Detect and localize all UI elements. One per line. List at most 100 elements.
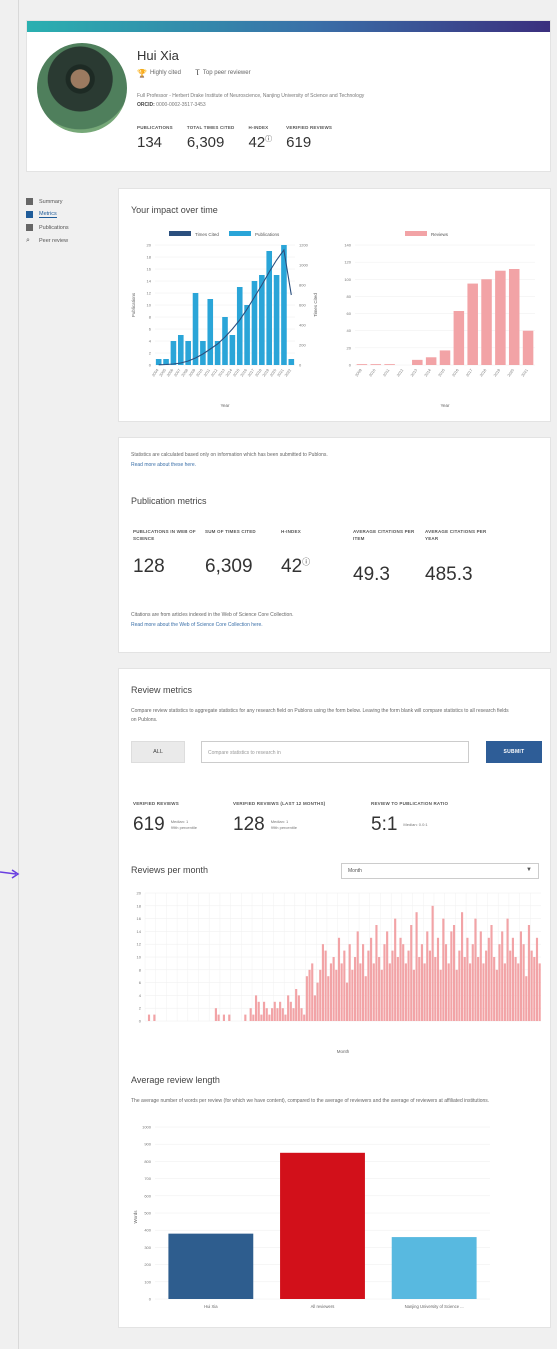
monthly-reviews-bar	[380, 969, 383, 1021]
impact-title: Your impact over time	[131, 205, 218, 215]
monthly-reviews-bar	[490, 925, 493, 1021]
stats-note: Statistics are calculated based only on …	[131, 452, 328, 458]
monthly-reviews-bar	[361, 944, 365, 1021]
x-tick-label: 2005	[159, 368, 167, 377]
monthly-reviews-bar	[509, 950, 512, 1021]
monthly-reviews-bar	[217, 1014, 220, 1021]
metric-sum-times-cited: SUM OF TIMES CITED 6,309	[205, 528, 281, 586]
wos-note-link[interactable]: Read more about the Web of Science Core …	[131, 622, 263, 628]
x-tick-label: 2018	[479, 368, 487, 377]
monthly-reviews-bar	[271, 1008, 274, 1021]
review-length-bar	[391, 1237, 477, 1299]
y-tick-label: 2	[139, 1006, 142, 1011]
monthly-reviews-bar	[511, 937, 514, 1021]
x-tick-label: 2019	[262, 368, 270, 377]
y-tick-label: 20	[147, 243, 152, 248]
trophy-icon: 🏆	[137, 68, 147, 78]
metric-h-index: H-INDEX 42ⓘ	[281, 528, 353, 586]
publications-bar	[236, 287, 243, 365]
stat-label: VERIFIED REVIEWS (LAST 12 MONTHS)	[233, 801, 326, 806]
y-tick-label: 60	[347, 311, 352, 316]
x-tick-label: 2017	[247, 368, 255, 377]
monthly-reviews-bar	[372, 963, 375, 1021]
period-select[interactable]: Month ▼	[341, 863, 539, 879]
average-review-length-title: Average review length	[131, 1075, 220, 1085]
average-review-length-description: The average number of words per review (…	[131, 1098, 490, 1104]
publication-metrics-row: PUBLICATIONS IN WEB OF SCIENCE 128 SUM OF…	[133, 528, 497, 586]
research-field-input[interactable]: Compare statistics to research in	[201, 741, 469, 763]
y-tick-label: 600	[144, 1193, 151, 1198]
x-tick-label: 2014	[424, 368, 432, 377]
orcid-link[interactable]: 0000-0002-3517-3453	[156, 102, 206, 108]
nav-label: Summary	[39, 198, 63, 205]
monthly-reviews-bar	[370, 937, 373, 1021]
monthly-reviews-bar	[485, 950, 488, 1021]
reviews-bar	[453, 311, 465, 365]
monthly-reviews-bar	[469, 963, 472, 1021]
all-fields-button[interactable]: ALL	[131, 741, 185, 763]
monthly-reviews-bar	[450, 931, 453, 1021]
profile-banner	[27, 21, 550, 32]
reviews-bar	[370, 364, 382, 365]
reviews-bar	[439, 350, 451, 365]
nav-publications[interactable]: Publications	[26, 221, 69, 234]
stat-value: 128	[233, 814, 265, 835]
y-axis-label: Words	[133, 1210, 138, 1224]
monthly-reviews-bar	[423, 963, 426, 1021]
review-metrics-card: Review metrics Compare review statistics…	[118, 668, 551, 1328]
monthly-reviews-bar	[254, 995, 258, 1021]
nav-metrics[interactable]: Metrics	[26, 208, 69, 221]
x-tick-label: 2004	[151, 368, 159, 377]
monthly-reviews-bar	[343, 950, 346, 1021]
metric-value: 49.3	[353, 564, 390, 585]
monthly-reviews-bar	[503, 963, 506, 1021]
monthly-reviews-bar	[428, 950, 432, 1021]
monthly-reviews-bar	[214, 1008, 217, 1021]
y-tick-label: 100	[144, 1279, 151, 1284]
nav-peer-review[interactable]: ⌕ Peer review	[26, 234, 69, 247]
monthly-reviews-bar	[447, 963, 450, 1021]
reviews-per-month-chart: 0 2 4 6 8 10 12 14 16 18 20 Month	[137, 891, 541, 1054]
metric-value: 42ⓘ	[281, 556, 353, 578]
stats-note-link[interactable]: Read more about these here.	[131, 462, 196, 468]
y-tick-label: 200	[144, 1262, 151, 1267]
monthly-reviews-bar	[351, 969, 354, 1021]
y-tick-label: 20	[347, 345, 352, 350]
publications-bar	[288, 359, 295, 365]
monthly-reviews-bar	[297, 995, 300, 1021]
info-icon[interactable]: ⓘ	[302, 558, 310, 567]
y-tick-label: 700	[144, 1176, 151, 1181]
monthly-reviews-bar	[257, 1001, 260, 1021]
monthly-reviews-bar	[356, 931, 359, 1021]
x-tick-label: Hui Xia	[204, 1304, 218, 1309]
x-axis-label: Year	[220, 403, 230, 408]
submit-button[interactable]: SUBMIT	[486, 741, 542, 763]
monthly-reviews-bar	[474, 918, 477, 1021]
monthly-reviews-bar	[319, 969, 322, 1021]
monthly-reviews-bar	[329, 963, 333, 1021]
monthly-reviews-bar	[260, 1014, 263, 1021]
monthly-reviews-bar	[420, 944, 424, 1021]
x-axis-label: Month	[337, 1049, 350, 1054]
x-tick-label: 2021	[521, 368, 529, 377]
h-index-value: 42	[281, 556, 303, 577]
publications-citations-chart: Times Cited Publications 0 2 4 6 8 10 12 14 16 18 20…	[131, 231, 318, 408]
monthly-reviews-bar	[479, 931, 482, 1021]
y-tick-label: 1000	[142, 1125, 152, 1130]
nav-summary[interactable]: Summary	[26, 195, 69, 208]
y-tick-label: 100	[344, 277, 351, 282]
stat-reviews-last-12-months: VERIFIED REVIEWS (LAST 12 MONTHS) 128 Med…	[233, 801, 371, 836]
y-tick-label: 0	[349, 363, 352, 368]
monthly-reviews-bar	[308, 969, 311, 1021]
stat-value: 5:1	[371, 814, 398, 835]
publications-bar	[244, 305, 250, 365]
legend-label-times-cited: Times Cited	[195, 232, 219, 237]
y-tick-label: 300	[144, 1245, 151, 1250]
info-icon[interactable]: ⓘ	[265, 136, 272, 143]
publications-bar	[192, 293, 199, 365]
x-tick-label: 2009	[188, 368, 196, 377]
monthly-reviews-bar	[514, 957, 517, 1021]
wos-note: Citations are from articles indexed in t…	[131, 612, 294, 618]
monthly-reviews-bar	[460, 912, 464, 1021]
y-tick-label: 800	[144, 1159, 151, 1164]
